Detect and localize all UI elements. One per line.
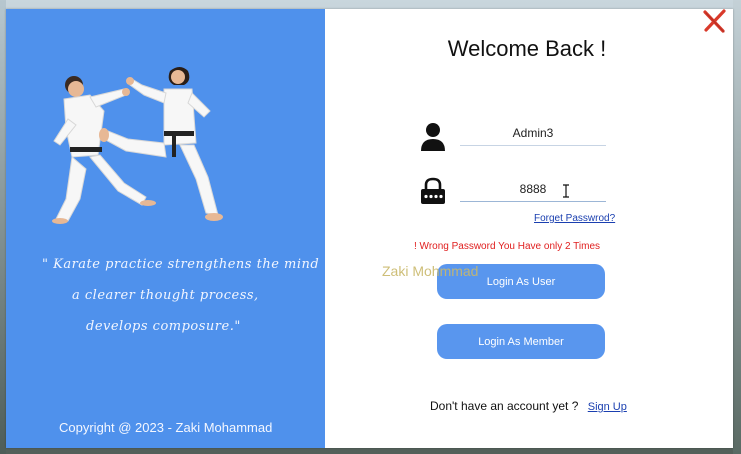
login-as-user-button[interactable]: Login As User: [437, 264, 605, 299]
signup-row: Don't have an account yet ? Sign Up: [430, 399, 627, 413]
left-panel: " Karate practice strengthens the mind a…: [6, 9, 325, 448]
quote-line-2: a clearer thought process,: [72, 288, 259, 303]
text-cursor-icon: [563, 184, 569, 198]
password-field[interactable]: [460, 177, 606, 202]
right-panel: Welcome Back !: [325, 9, 733, 448]
username-field[interactable]: [460, 121, 606, 146]
page-title-text: Welcome Back !: [447, 36, 607, 61]
login-window: " Karate practice strengthens the mind a…: [6, 9, 733, 448]
forget-password-link[interactable]: Forget Passwrod?: [534, 213, 615, 224]
user-icon: [421, 123, 445, 151]
quote-line-1: " Karate practice strengthens the mind: [42, 257, 320, 272]
error-message: ! Wrong Password You Have only 2 Times: [414, 241, 601, 252]
close-icon[interactable]: [701, 7, 729, 35]
desktop-backdrop-right: [733, 0, 741, 454]
lock-icon: [421, 177, 445, 204]
login-as-member-button[interactable]: Login As Member: [437, 324, 605, 359]
quote-line-3: develops composure.": [86, 319, 241, 334]
copyright-text: Copyright @ 2023 - Zaki Mohammad: [59, 420, 273, 435]
signup-link[interactable]: Sign Up: [588, 401, 627, 413]
karate-illustration: [52, 67, 223, 224]
signup-prompt: Don't have an account yet ?: [430, 399, 579, 413]
page-title: Welcome Back !: [325, 36, 733, 62]
